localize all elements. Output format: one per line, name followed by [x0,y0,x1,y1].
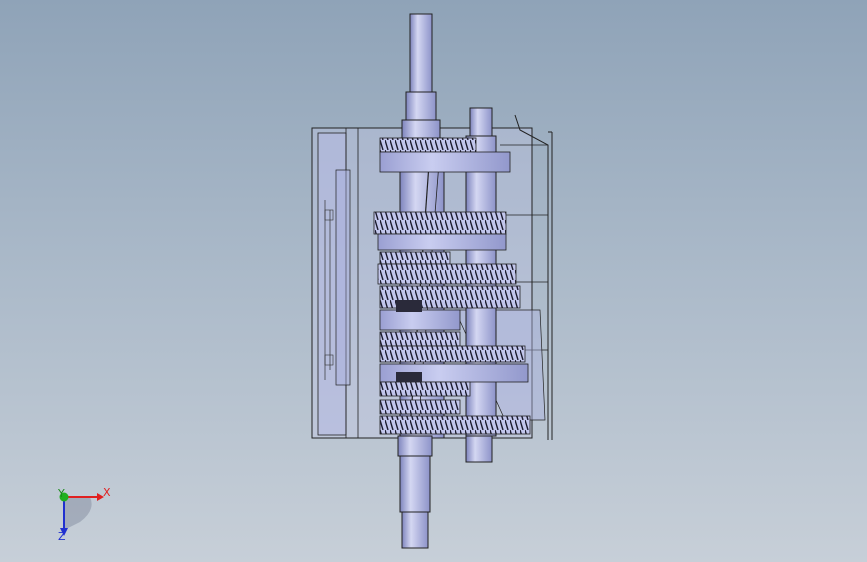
y-axis-label: Y [58,487,65,500]
z-axis-label: Z [58,530,66,543]
graphics-viewport[interactable]: X Y Z [0,0,867,562]
gearbox-model[interactable] [0,0,867,562]
x-axis-label: X [103,486,111,499]
input-shaft[interactable] [401,13,441,141]
output-shaft[interactable] [397,435,433,549]
orientation-triad [59,492,104,536]
